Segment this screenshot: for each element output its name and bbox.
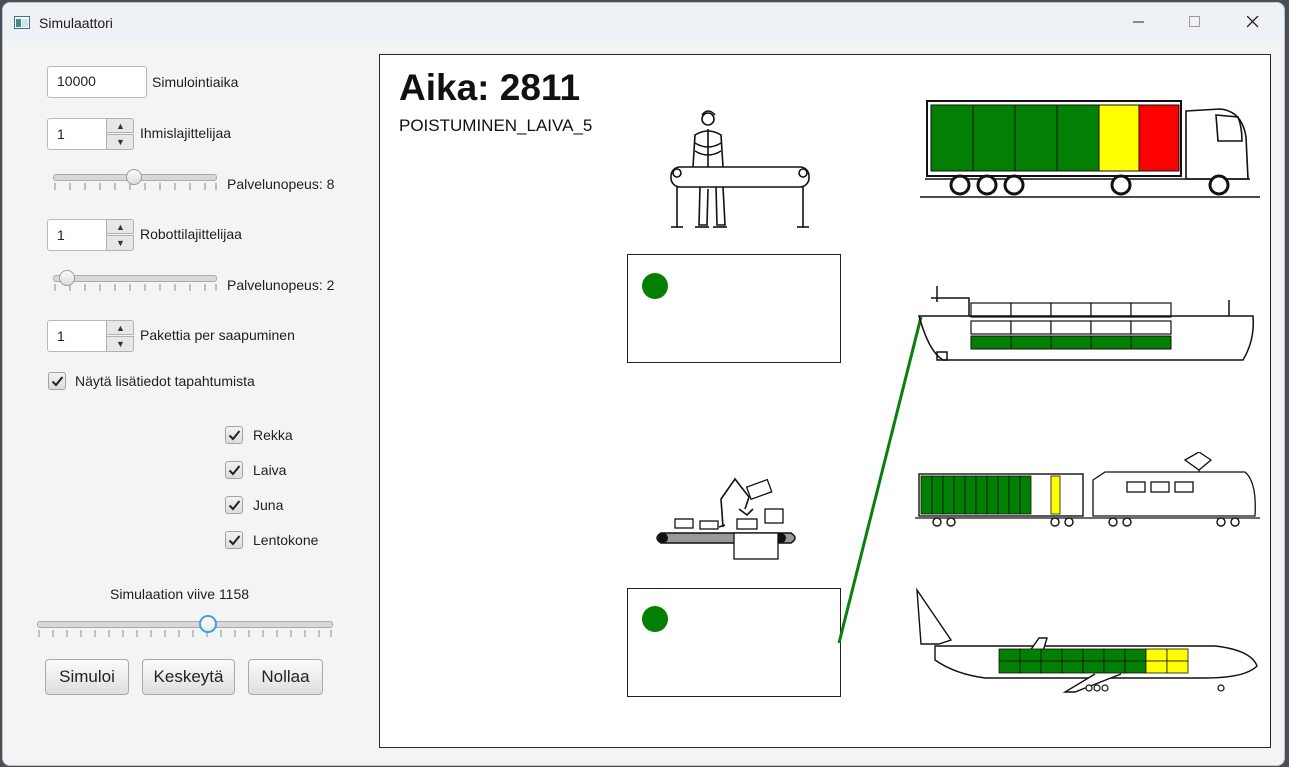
packages-increment[interactable]: ▲ (106, 320, 134, 335)
ship-icon (918, 286, 1255, 361)
show-details-label: Näytä lisätiedot tapahtumista (75, 373, 255, 389)
close-icon (1247, 16, 1259, 28)
robot-speed-ticks (54, 284, 217, 291)
check-icon (228, 535, 241, 546)
simulation-time-label: Simulointiaika (152, 74, 239, 90)
show-details-checkbox[interactable] (48, 372, 66, 390)
app-window: Simulaattori 10000 Simulointiaika 1 ▲ ▼ … (2, 2, 1285, 766)
packages-decrement[interactable]: ▼ (106, 336, 134, 352)
event-label: POISTUMINEN_LAIVA_5 (399, 116, 593, 135)
app-icon (14, 16, 30, 29)
robot-sorter-icon (656, 477, 796, 560)
human-sorters-spinner[interactable]: 1 ▲ ▼ (47, 118, 135, 150)
human-speed-thumb[interactable] (126, 169, 142, 185)
train-checkbox-label: Juna (253, 497, 284, 513)
robot-speed-label: Palvelunopeus: 2 (227, 277, 335, 293)
package-dot (642, 606, 668, 632)
airplane-icon (916, 588, 1258, 693)
human-sorter-queue (627, 254, 841, 363)
human-sorters-value[interactable]: 1 (47, 118, 107, 150)
robot-sorters-decrement[interactable]: ▼ (106, 235, 134, 251)
delay-label: Simulaation viive 1158 (110, 586, 250, 602)
truck-icon (920, 100, 1260, 198)
check-icon (228, 500, 241, 511)
robot-sorters-label: Robottilajittelijaa (140, 226, 242, 242)
human-sorters-decrement[interactable]: ▼ (106, 134, 134, 150)
plane-checkbox[interactable] (225, 531, 243, 549)
robot-sorters-value[interactable]: 1 (47, 219, 107, 251)
window-title: Simulaattori (39, 15, 113, 31)
reset-button[interactable]: Nollaa (248, 659, 323, 695)
robot-speed-thumb[interactable] (59, 270, 75, 286)
packages-label: Pakettia per saapuminen (140, 327, 295, 343)
package-dot (642, 273, 668, 299)
packages-spinner[interactable]: 1 ▲ ▼ (47, 320, 135, 352)
robot-sorters-spinner[interactable]: 1 ▲ ▼ (47, 219, 135, 251)
check-icon (228, 465, 241, 476)
route-line (837, 316, 923, 644)
human-sorters-label: Ihmislajittelijaa (140, 125, 232, 141)
robot-sorter-queue (627, 588, 841, 697)
truck-checkbox-label: Rekka (253, 427, 293, 443)
robot-speed-slider[interactable] (53, 275, 217, 282)
train-checkbox[interactable] (225, 496, 243, 514)
close-button[interactable] (1230, 3, 1276, 41)
minimize-button[interactable] (1116, 3, 1162, 41)
check-icon (228, 430, 241, 441)
truck-checkbox[interactable] (225, 426, 243, 444)
delay-thumb[interactable] (199, 615, 217, 633)
human-sorters-increment[interactable]: ▲ (106, 118, 134, 133)
human-speed-label: Palvelunopeus: 8 (227, 176, 335, 192)
title-bar: Simulaattori (3, 3, 1284, 41)
pause-button[interactable]: Keskeytä (142, 659, 235, 695)
robot-sorters-increment[interactable]: ▲ (106, 219, 134, 234)
delay-slider[interactable] (37, 621, 333, 628)
minimize-icon (1133, 21, 1144, 23)
time-label: Aika: 2811 (399, 67, 581, 108)
maximize-button[interactable] (1172, 3, 1218, 41)
human-sorter-icon (670, 110, 810, 228)
ship-checkbox-label: Laiva (253, 462, 287, 478)
maximize-icon (1189, 16, 1200, 27)
plane-checkbox-label: Lentokone (253, 532, 319, 548)
simulate-button[interactable]: Simuloi (45, 659, 129, 695)
train-icon (915, 452, 1260, 527)
simulation-canvas: Aika: 2811 POISTUMINEN_LAIVA_5 (379, 54, 1271, 748)
ship-checkbox[interactable] (225, 461, 243, 479)
check-icon (51, 376, 64, 387)
packages-value[interactable]: 1 (47, 320, 107, 352)
delay-ticks (38, 630, 332, 637)
simulation-time-input[interactable]: 10000 (47, 66, 147, 98)
